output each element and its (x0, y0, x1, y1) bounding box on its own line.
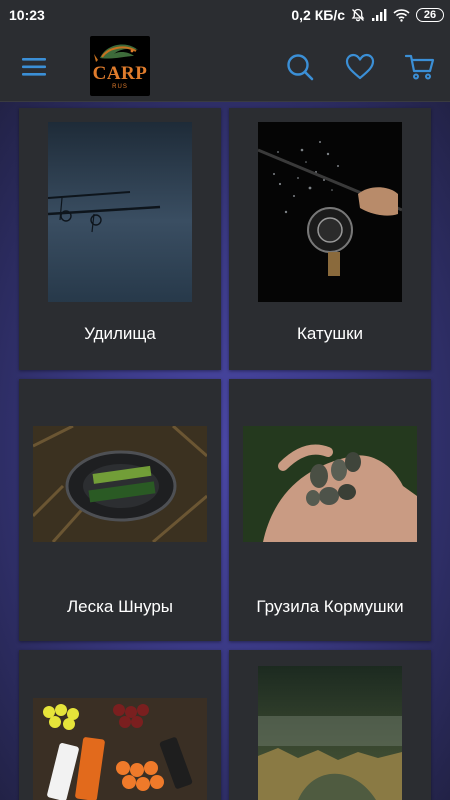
category-card-line[interactable]: Леска Шнуры (19, 379, 221, 641)
status-time: 10:23 (9, 7, 45, 23)
network-speed: 0,2 КБ/с (291, 7, 345, 23)
category-card-baits[interactable] (19, 650, 221, 800)
cart-icon (404, 54, 435, 80)
wifi-icon (393, 8, 410, 22)
tent-image (258, 666, 402, 800)
rods-image (48, 122, 192, 302)
category-label: Удилища (84, 324, 156, 343)
category-label: Грузила Кормушки (256, 597, 404, 616)
logo-subtext: RUS (112, 84, 128, 90)
favorites-button[interactable] (343, 50, 377, 84)
fishing-line-image (33, 426, 207, 542)
battery-icon: 26 (416, 8, 444, 22)
logo-text: CARP (92, 63, 148, 84)
cart-button[interactable] (403, 50, 437, 84)
category-label: Катушки (296, 324, 364, 343)
app-bar: CARP RUS (0, 32, 450, 102)
category-card-rods[interactable]: Удилища (19, 108, 221, 370)
category-card-reels[interactable]: Катушки (229, 108, 431, 370)
category-card-tents[interactable] (229, 650, 431, 800)
signal-icon (371, 8, 387, 22)
mute-bell-icon (351, 8, 365, 22)
menu-button[interactable] (20, 54, 50, 80)
search-icon (287, 54, 314, 81)
status-icons: 0,2 КБ/с 26 (291, 7, 444, 23)
category-card-leads[interactable]: Грузила Кормушки (229, 379, 431, 641)
status-bar: 10:23 0,2 КБ/с 26 (0, 0, 450, 32)
menu-icon (22, 58, 46, 76)
leads-image (243, 426, 417, 542)
category-grid: Удилища Катушки Леска Шнуры Грузила Корм… (0, 102, 450, 800)
category-label: Леска Шнуры (66, 597, 174, 616)
carp-logo[interactable]: CARP RUS (90, 36, 150, 96)
heart-icon (345, 53, 375, 80)
baits-image (33, 698, 207, 800)
reels-image (258, 122, 402, 302)
search-button[interactable] (283, 50, 317, 84)
